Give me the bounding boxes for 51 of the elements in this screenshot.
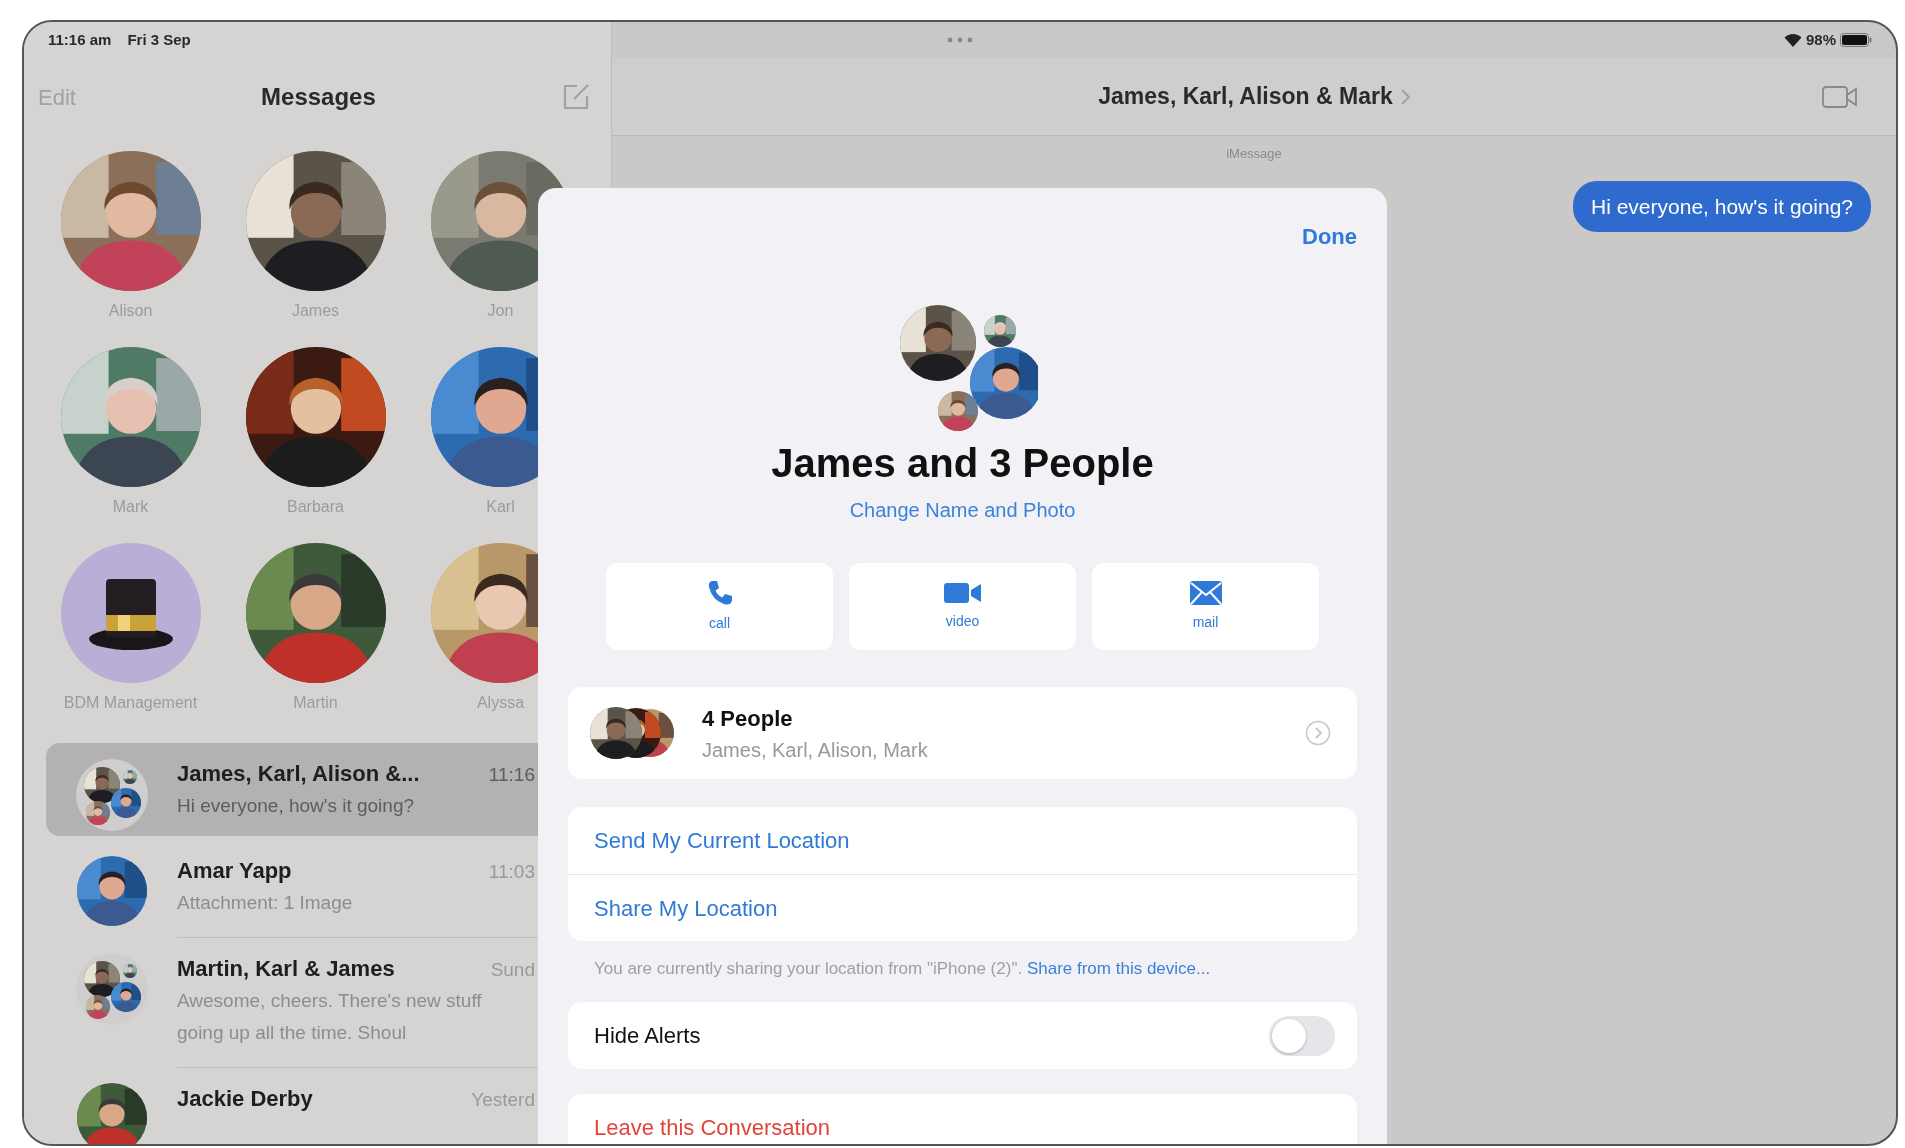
contact-name: James — [291, 301, 340, 321]
contact-name: Mark — [112, 497, 149, 517]
envelope-icon — [1188, 580, 1223, 606]
battery-percentage: 98% — [1805, 29, 1836, 50]
contact-name: Alison — [108, 301, 153, 321]
status-date: Fri 3 Sep — [127, 29, 191, 50]
compose-icon[interactable] — [561, 82, 591, 112]
people-card[interactable]: 4 People James, Karl, Alison, Mark — [568, 687, 1357, 779]
conversation-time: Yesterd — [471, 1088, 535, 1112]
conversation-name: Martin, Karl & James — [177, 955, 395, 983]
battery-icon — [1840, 33, 1872, 47]
contact-name: Alyssa — [476, 693, 525, 713]
video-camera-icon — [943, 581, 982, 605]
contact-name: BDM Management — [63, 693, 198, 713]
done-button[interactable]: Done — [1302, 220, 1357, 253]
toggle-switch[interactable] — [1269, 1015, 1335, 1056]
change-name-link[interactable]: Change Name and Photo — [849, 495, 1076, 525]
service-label: iMessage — [1225, 145, 1283, 163]
leave-conversation-button[interactable]: Leave this Conversation — [568, 1094, 1357, 1144]
message-preview: Attachment: 1 Image — [177, 891, 354, 915]
chevron-circle-icon[interactable] — [1305, 720, 1331, 746]
message-bubble: Hi everyone, how's it going? — [1573, 180, 1871, 232]
dots-icon[interactable] — [947, 37, 973, 43]
conversation-title[interactable]: James, Karl, Alison & Mark — [1098, 79, 1393, 114]
mail-button[interactable]: mail — [1092, 563, 1319, 650]
messages-title: Messages — [261, 82, 376, 112]
status-time: 11:16 am — [48, 29, 112, 50]
chevron-icon[interactable] — [1400, 88, 1410, 105]
group-name: James and 3 People — [770, 440, 1155, 487]
contact-name: Jon — [487, 301, 514, 321]
contact-name: Barbara — [287, 497, 344, 517]
conversation-name: Jackie Derby — [177, 1085, 313, 1113]
message-preview: Hi everyone, how's it going? — [177, 794, 416, 818]
wifi-icon — [1783, 33, 1802, 47]
conversation-name: James, Karl, Alison &... — [177, 760, 420, 788]
video-button[interactable]: video — [849, 563, 1076, 650]
contact-name: Martin — [293, 693, 338, 713]
conversation-time: 11:16 — [488, 763, 535, 787]
conversation-time: 11:03 — [488, 860, 535, 884]
conversation-time: Sund — [490, 958, 535, 982]
share-from-device-link[interactable]: Share from this device... — [1026, 959, 1211, 978]
message-preview: Awesome, cheers. There's new stuff going up all the time. Shoul — [177, 989, 483, 1045]
people-count: 4 People — [702, 704, 794, 733]
hide-alerts-label: Hide Alerts — [594, 1022, 701, 1050]
people-names: James, Karl, Alison, Mark — [702, 737, 929, 763]
contact-name: Karl — [486, 497, 515, 517]
call-button[interactable]: call — [606, 563, 833, 650]
video-camera-icon[interactable] — [1822, 85, 1858, 109]
location-note: You are currently sharing your location from "iPhone (2)". Share from this device... — [593, 958, 1212, 980]
location-option[interactable]: Share My Location — [568, 874, 1357, 941]
conversation-name: Amar Yapp — [177, 857, 292, 885]
